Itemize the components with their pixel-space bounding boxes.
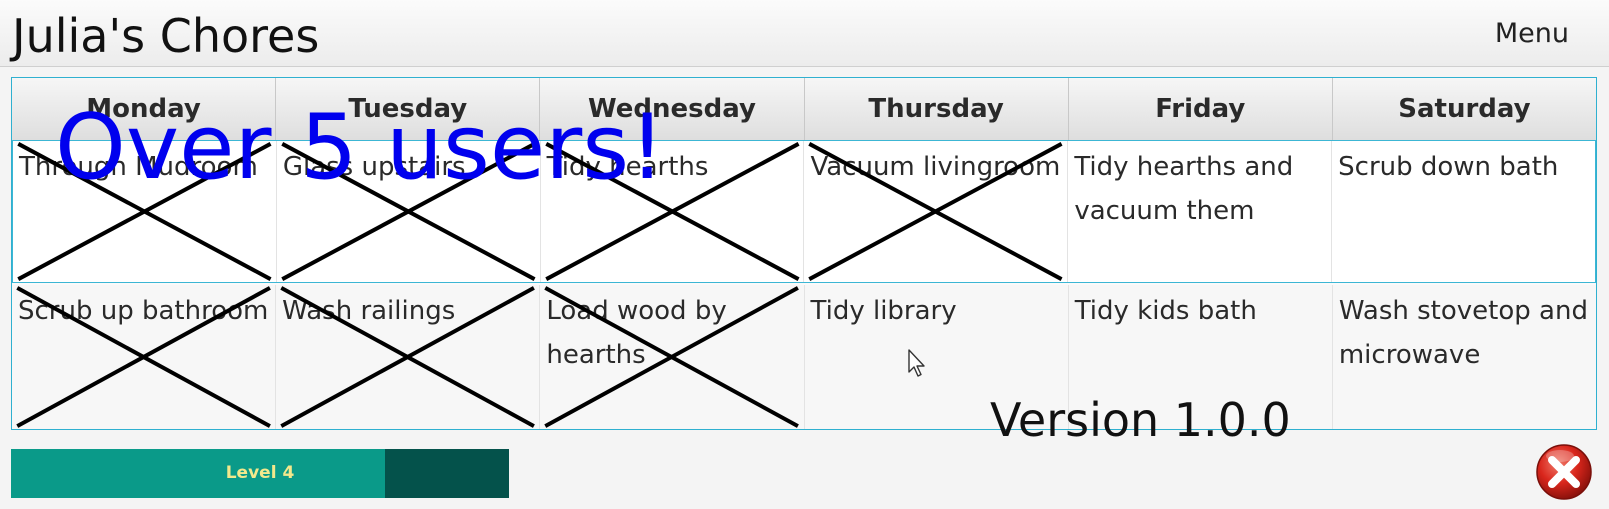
chore-label: Vacuum livingroom (810, 152, 1061, 182)
chore-label: Wash railings (282, 296, 456, 326)
app-header: Julia's Chores Menu (0, 0, 1609, 67)
day-header-friday[interactable]: Friday (1069, 78, 1333, 140)
chore-cell[interactable]: Load wood by hearths (540, 285, 805, 429)
chore-label: Through Mudroom (19, 152, 258, 182)
chore-label: Wash stovetop and microwave (1338, 296, 1588, 370)
chore-cell[interactable]: Tidy hearths and vacuum them (1068, 141, 1333, 282)
app-title: Julia's Chores (12, 9, 320, 63)
chore-label: Tidy hearths (546, 152, 709, 182)
chores-table: Monday Tuesday Wednesday Thursday Friday Satu… (11, 77, 1597, 430)
level-label: Level 4 (225, 463, 295, 483)
version-label: Version 1.0.0 (990, 393, 1291, 447)
day-header-wednesday[interactable]: Wednesday (540, 78, 805, 140)
table-row: Scrub up bathroom Wash railings Load wood … (12, 285, 1596, 429)
chore-label: Tidy kids bath (1074, 296, 1257, 326)
chore-label: Tidy library (810, 296, 957, 326)
chore-cell[interactable]: Wash railings (276, 285, 541, 429)
day-header-saturday[interactable]: Saturday (1333, 78, 1596, 140)
chore-label: Scrub up bathroom (18, 296, 269, 326)
chore-cell[interactable]: Vacuum livingroom (804, 141, 1069, 282)
chore-cell[interactable]: Scrub down bath (1332, 141, 1595, 282)
close-icon (1536, 444, 1592, 500)
chore-cell[interactable]: Through Mudroom (13, 141, 277, 282)
table-header-row: Monday Tuesday Wednesday Thursday Friday Satu… (12, 78, 1596, 141)
close-button[interactable] (1535, 443, 1593, 501)
chore-cell[interactable]: Scrub up bathroom (12, 285, 277, 429)
chore-cell[interactable]: Tidy hearths (541, 141, 805, 282)
chore-label: Scrub down bath (1338, 152, 1559, 182)
day-header-thursday[interactable]: Thursday (805, 78, 1069, 140)
chore-label: Glass upstairs (282, 152, 466, 182)
menu-button[interactable]: Menu (1489, 14, 1575, 54)
day-header-monday[interactable]: Monday (12, 78, 277, 140)
mouse-cursor-icon (907, 348, 927, 378)
chore-label: Tidy hearths and vacuum them (1074, 152, 1294, 226)
chore-cell[interactable]: Glass upstairs (277, 141, 541, 282)
level-progress-bar: Level 4 (11, 449, 509, 498)
chore-cell[interactable]: Wash stovetop and microwave (1333, 285, 1596, 429)
table-row: Through Mudroom Glass upstairs Tidy hearth… (12, 140, 1596, 283)
day-header-tuesday[interactable]: Tuesday (276, 78, 541, 140)
chore-label: Load wood by hearths (546, 296, 727, 370)
